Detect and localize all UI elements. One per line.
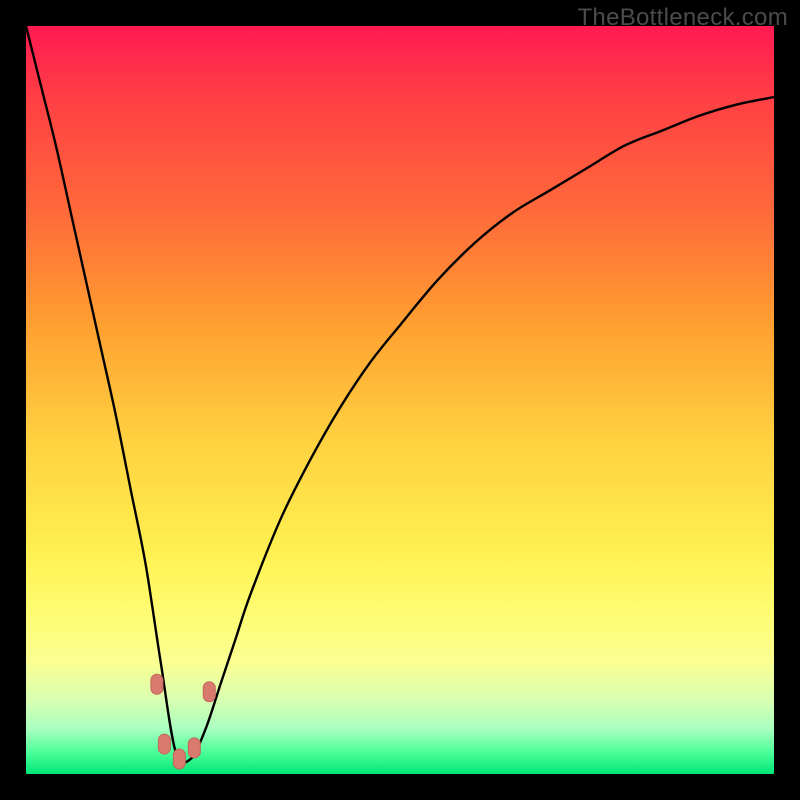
curve-marker [173,749,185,769]
chart-plot-area [26,26,774,774]
bottleneck-curve [26,26,774,763]
curve-marker [188,738,200,758]
chart-svg [26,26,774,774]
watermark-text: TheBottleneck.com [577,4,788,32]
curve-marker [158,734,170,754]
curve-marker [151,674,163,694]
curve-marker [203,682,215,702]
curve-markers [151,674,215,769]
